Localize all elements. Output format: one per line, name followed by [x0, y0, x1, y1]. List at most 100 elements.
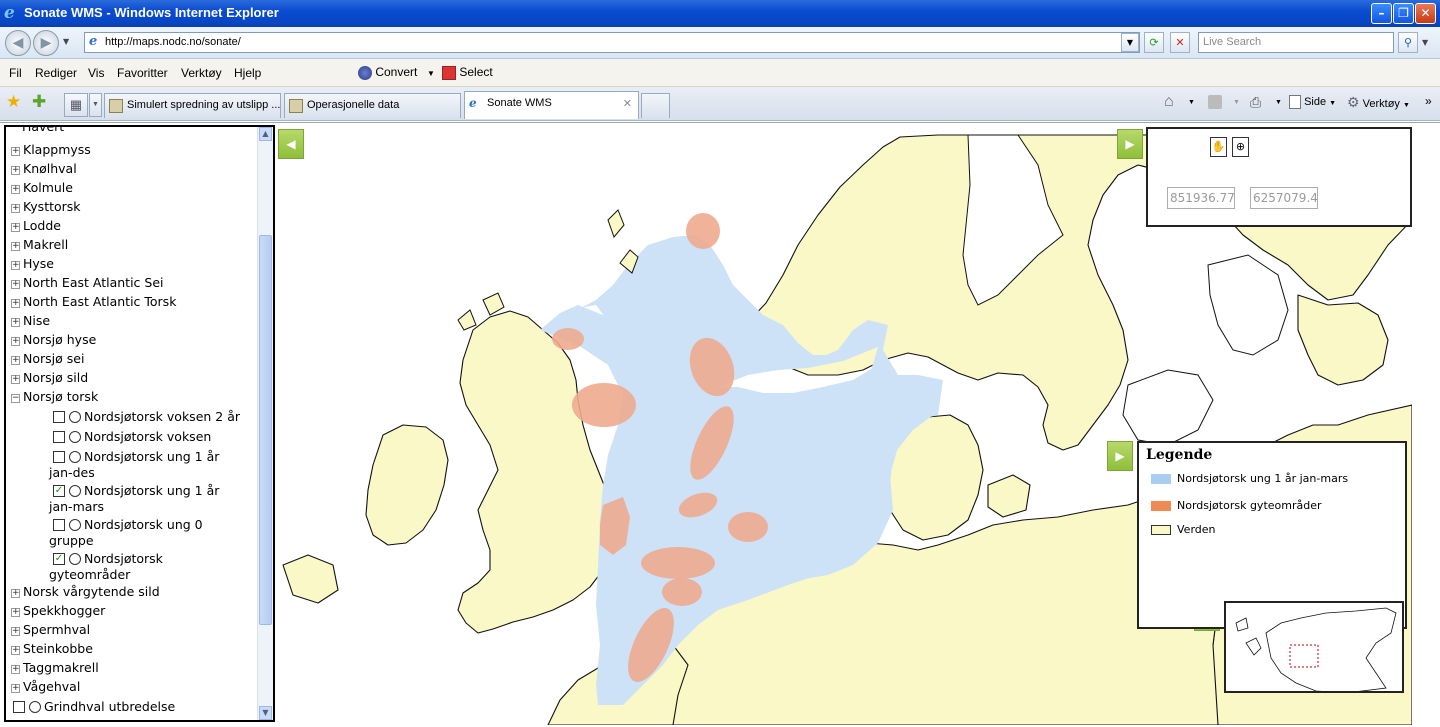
page-menu-button[interactable]: Side ▼: [1289, 95, 1336, 109]
tree-item-norsjo-hyse[interactable]: + Norsjø hyse: [11, 332, 96, 351]
layer-checkbox-checked[interactable]: ✓: [53, 552, 65, 565]
expand-icon[interactable]: +: [11, 242, 20, 251]
favorites-star-icon[interactable]: ★: [6, 92, 21, 112]
expand-icon[interactable]: +: [11, 261, 20, 270]
expand-icon[interactable]: +: [11, 356, 20, 365]
print-icon[interactable]: ⎙: [1250, 94, 1261, 111]
collapse-left-panel-button[interactable]: ◀: [278, 129, 304, 159]
close-tab-icon[interactable]: ✕: [623, 97, 632, 110]
tree-item-spermhval[interactable]: + Spermhval: [11, 622, 90, 641]
layer-checkbox[interactable]: [13, 700, 25, 713]
layer-checkbox[interactable]: [53, 410, 65, 423]
expand-icon[interactable]: +: [11, 204, 20, 213]
menu-fil[interactable]: Fil: [9, 66, 22, 80]
tree-item-taggmakrell[interactable]: + Taggmakrell: [11, 660, 99, 679]
expand-icon[interactable]: +: [11, 280, 20, 289]
layer-row[interactable]: Nordsjøtorsk voksen: [53, 429, 211, 448]
layer-checkbox[interactable]: [53, 450, 65, 463]
tree-item-vagehval[interactable]: + Vågehval: [11, 679, 80, 698]
layer-checkbox[interactable]: [53, 430, 65, 443]
forward-button[interactable]: ▶: [33, 30, 59, 56]
convert-button[interactable]: Convert: [358, 65, 417, 80]
feeds-dropdown-icon[interactable]: ▼: [1233, 99, 1240, 106]
menu-favoritter[interactable]: Favoritter: [117, 66, 168, 80]
toggle-legend-button[interactable]: ▶: [1107, 441, 1133, 471]
layer-row[interactable]: Nordsjøtorsk voksen 2 år: [53, 409, 240, 428]
layer-radio[interactable]: [69, 410, 81, 423]
home-icon[interactable]: ⌂: [1164, 93, 1174, 111]
expand-icon[interactable]: +: [11, 318, 20, 327]
tree-item-lodde[interactable]: + Lodde: [11, 218, 61, 237]
select-button[interactable]: Select: [442, 65, 493, 80]
tree-item-ne-atlantic-sei[interactable]: + North East Atlantic Sei: [11, 275, 164, 294]
tree-item-norsk-vargytende-sild[interactable]: + Norsk vårgytende sild: [11, 584, 160, 603]
layer-radio[interactable]: [69, 450, 81, 463]
toggle-tools-panel-button[interactable]: ▶: [1117, 129, 1143, 159]
scroll-down-icon[interactable]: ▼: [259, 706, 272, 720]
expand-icon[interactable]: +: [11, 166, 20, 175]
expand-icon[interactable]: +: [11, 185, 20, 194]
tab-list-dropdown-icon[interactable]: ▼: [89, 93, 102, 117]
home-dropdown-icon[interactable]: ▼: [1188, 99, 1195, 106]
maximize-button[interactable]: ❐: [1393, 3, 1414, 24]
tree-scrollbar[interactable]: ▲ ▼: [257, 127, 273, 720]
address-dropdown-button[interactable]: ▼: [1121, 33, 1139, 52]
expand-icon[interactable]: +: [11, 147, 20, 156]
tree-item-norsjo-sild[interactable]: + Norsjø sild: [11, 370, 88, 389]
tools-menu-button[interactable]: ⚙ Verktøy ▼: [1347, 94, 1410, 111]
layer-radio[interactable]: [69, 430, 81, 443]
expand-icon[interactable]: +: [11, 337, 20, 346]
search-input[interactable]: Live Search: [1198, 32, 1394, 53]
expand-icon[interactable]: +: [11, 665, 20, 674]
pan-hand-icon[interactable]: ✋: [1210, 137, 1227, 157]
tree-item-hyse[interactable]: + Hyse: [11, 256, 54, 275]
add-favorite-icon[interactable]: ✚: [32, 92, 46, 112]
expand-icon[interactable]: +: [11, 223, 20, 232]
tree-item-kolmule[interactable]: + Kolmule: [11, 180, 73, 199]
layer-radio[interactable]: [29, 700, 41, 713]
layer-radio[interactable]: [69, 484, 81, 497]
convert-dropdown-icon[interactable]: ▼: [427, 69, 435, 78]
expand-icon[interactable]: +: [11, 646, 20, 655]
tree-item-makrell[interactable]: + Makrell: [11, 237, 68, 256]
tree-item-steinkobbe[interactable]: + Steinkobbe: [11, 641, 93, 660]
tree-item-knolhval[interactable]: + Knølhval: [11, 161, 77, 180]
tree-item-ne-atlantic-torsk[interactable]: + North East Atlantic Torsk: [11, 294, 176, 313]
menu-hjelp[interactable]: Hjelp: [234, 66, 261, 80]
tree-item-kysttorsk[interactable]: + Kysttorsk: [11, 199, 81, 218]
search-options-icon[interactable]: ▼: [1422, 38, 1428, 47]
minimize-button[interactable]: –: [1371, 3, 1392, 24]
tree-item-norsjo-sei[interactable]: + Norsjø sei: [11, 351, 84, 370]
menu-verktoy[interactable]: Verktøy: [181, 66, 222, 80]
tree-item-nise[interactable]: + Nise: [11, 313, 50, 332]
tree-item-klappmyss[interactable]: + Klappmyss: [11, 142, 91, 161]
layer-radio[interactable]: [69, 552, 81, 565]
zoom-in-icon[interactable]: ⊕: [1232, 137, 1249, 157]
stop-icon[interactable]: ✕: [1170, 32, 1190, 53]
scroll-thumb[interactable]: [259, 235, 272, 625]
expand-icon[interactable]: +: [11, 375, 20, 384]
expand-icon[interactable]: +: [11, 608, 20, 617]
layer-checkbox-checked[interactable]: ✓: [53, 484, 65, 497]
expand-icon[interactable]: +: [11, 589, 20, 598]
address-input[interactable]: e http://maps.nodc.no/sonate/: [84, 32, 1140, 53]
search-icon[interactable]: ⚲: [1398, 32, 1418, 53]
expand-icon[interactable]: +: [11, 684, 20, 693]
collapse-icon[interactable]: −: [11, 394, 20, 403]
expand-icon[interactable]: +: [11, 627, 20, 636]
layer-checkbox[interactable]: [53, 518, 65, 531]
scroll-up-icon[interactable]: ▲: [259, 127, 272, 141]
tree-item-havert[interactable]: Havert: [22, 127, 64, 138]
print-dropdown-icon[interactable]: ▼: [1275, 99, 1282, 106]
overview-map[interactable]: [1224, 601, 1404, 693]
history-dropdown-icon[interactable]: ▼: [63, 37, 69, 46]
tab-simulert[interactable]: Simulert spredning av utslipp ...: [104, 93, 281, 118]
x-coordinate-field[interactable]: 851936.774: [1167, 187, 1235, 209]
new-tab-button[interactable]: [641, 93, 670, 118]
close-button[interactable]: ✕: [1415, 3, 1436, 24]
tab-operasjonelle[interactable]: Operasjonelle data: [284, 93, 461, 118]
more-commands-icon[interactable]: »: [1425, 94, 1432, 108]
tree-item-norsjo-torsk[interactable]: − Norsjø torsk: [11, 389, 98, 408]
tab-sonate-wms[interactable]: e Sonate WMS ✕: [464, 91, 639, 119]
quick-tabs-icon[interactable]: ▦: [64, 93, 88, 117]
